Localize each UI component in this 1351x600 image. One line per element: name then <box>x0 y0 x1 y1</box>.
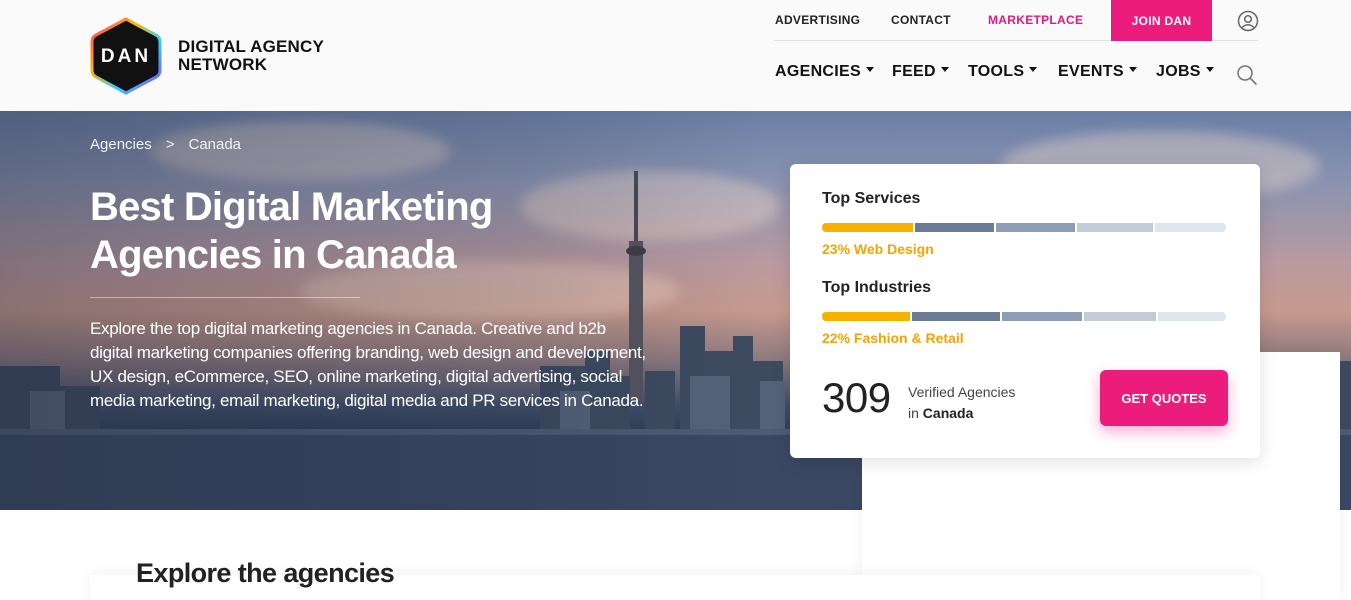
brand-name-line2: NETWORK <box>178 55 268 74</box>
advertising-link[interactable]: ADVERTISING <box>775 13 860 27</box>
bar-segment <box>1002 312 1082 321</box>
bar-segment <box>1077 223 1153 232</box>
top-service-label: 23% Web Design <box>822 241 934 257</box>
bar-segment <box>822 312 910 321</box>
user-account-icon[interactable] <box>1237 10 1259 32</box>
services-bar[interactable] <box>822 223 1226 232</box>
bar-segment <box>1154 223 1226 232</box>
get-quotes-button[interactable]: GET QUOTES <box>1100 370 1228 426</box>
site-header: DAN DIGITAL AGENCY NETWORK ADVERTISING C… <box>0 0 1351 111</box>
agency-count: 309 <box>822 374 891 421</box>
page-title: Best Digital Marketing Agencies in Canad… <box>90 185 493 277</box>
chevron-down-icon <box>1029 67 1038 73</box>
breadcrumb-separator: > <box>165 136 175 153</box>
nav-feed[interactable]: FEED <box>892 63 949 81</box>
contact-link[interactable]: CONTACT <box>891 13 951 27</box>
title-divider <box>90 297 360 298</box>
verified-agencies-label: Verified Agencies in Canada <box>908 382 1015 424</box>
top-utility-nav: ADVERTISING CONTACT MARKETPLACE JOIN DAN <box>774 0 1259 41</box>
chevron-down-icon <box>940 67 949 73</box>
bar-segment <box>822 223 914 232</box>
chevron-down-icon <box>1128 67 1137 73</box>
marketplace-link[interactable]: MARKETPLACE <box>988 13 1083 27</box>
logo-badge-text: DAN <box>101 46 151 67</box>
stats-card: Top Services 23% Web Design Top Industri… <box>790 164 1260 458</box>
nav-feed-label: FEED <box>892 63 936 80</box>
nav-tools-label: TOOLS <box>968 63 1025 80</box>
top-industries-heading: Top Industries <box>822 279 932 296</box>
bar-segment <box>1084 312 1156 321</box>
brand-name-line1: DIGITAL AGENCY <box>178 37 325 56</box>
breadcrumb-agencies-link[interactable]: Agencies <box>90 136 152 153</box>
chevron-down-icon <box>865 67 874 73</box>
nav-agencies-label: AGENCIES <box>775 63 861 80</box>
nav-jobs-label: JOBS <box>1156 63 1201 80</box>
top-services-heading: Top Services <box>822 190 921 207</box>
bar-segment <box>996 223 1076 232</box>
explore-heading: Explore the agencies <box>136 558 395 588</box>
top-industry-label: 22% Fashion & Retail <box>822 330 964 346</box>
bar-segment <box>912 312 1000 321</box>
bar-segment <box>1158 312 1226 321</box>
search-icon[interactable] <box>1236 64 1258 86</box>
location-name: Canada <box>922 405 974 421</box>
industries-bar[interactable] <box>822 312 1226 321</box>
join-dan-button[interactable]: JOIN DAN <box>1111 0 1212 41</box>
nav-jobs[interactable]: JOBS <box>1156 63 1214 81</box>
nav-tools[interactable]: TOOLS <box>968 63 1038 81</box>
nav-agencies[interactable]: AGENCIES <box>775 63 874 81</box>
breadcrumb: Agencies > Canada <box>90 136 241 153</box>
breadcrumb-current: Canada <box>188 136 242 153</box>
brand-name[interactable]: DIGITAL AGENCY NETWORK <box>178 38 324 74</box>
bar-segment <box>915 223 995 232</box>
verified-text: Verified Agencies <box>908 384 1016 400</box>
dan-logo-icon[interactable]: DAN <box>90 17 162 95</box>
nav-events-label: EVENTS <box>1058 63 1124 80</box>
location-prefix: in <box>908 405 919 421</box>
chevron-down-icon <box>1205 67 1214 73</box>
nav-events[interactable]: EVENTS <box>1058 63 1137 81</box>
hero-description: Explore the top digital marketing agenci… <box>90 319 646 410</box>
